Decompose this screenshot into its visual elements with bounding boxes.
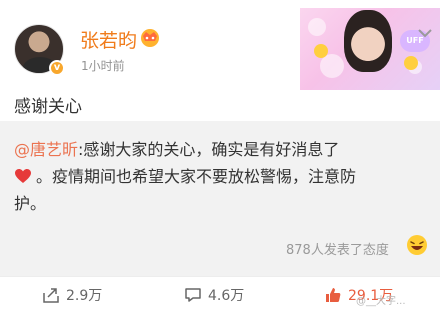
mention-link[interactable]: @唐艺昕 [14, 140, 78, 159]
heart-icon [15, 169, 31, 183]
reposted-content[interactable]: @唐艺昕:感谢大家的关心，确实是有好消息了 。疫情期间也希望大家不要放松警惕，注… [0, 121, 440, 277]
repost-line-2: 。疫情期间也希望大家不要放松警惕，注意防 [36, 167, 357, 186]
verified-badge-icon: v [49, 60, 65, 76]
laughing-emoji-icon [407, 235, 427, 255]
comment-icon [185, 288, 201, 302]
reactions-summary[interactable]: 878人发表了态度 [286, 239, 389, 258]
comment-button[interactable]: 4.6万 [184, 277, 244, 312]
emoji-icon [314, 44, 328, 58]
watermark: @__大字... [356, 296, 406, 307]
profile-banner: UFF [300, 8, 440, 90]
post-text: 感谢关心 [14, 97, 82, 117]
post-time: 1小时前 [81, 59, 125, 73]
comment-count: 4.6万 [208, 288, 245, 304]
thumbs-up-icon [326, 288, 341, 302]
chevron-down-icon[interactable] [416, 26, 434, 40]
emoji-icon [404, 56, 418, 70]
banner-portrait [344, 10, 392, 72]
crown-icon [141, 29, 159, 47]
share-count: 2.9万 [66, 288, 103, 304]
repost-text: @唐艺昕:感谢大家的关心，确实是有好消息了 。疫情期间也希望大家不要放松警惕，注… [14, 136, 432, 217]
repost-line-3: 护。 [14, 194, 47, 213]
repost-line-1: :感谢大家的关心，确实是有好消息了 [78, 140, 340, 159]
weibo-post: v 张若昀 1小时前 UFF 感谢关心 @唐艺昕:感谢大家的关心，确实是有好消息… [0, 0, 440, 312]
share-icon [43, 288, 59, 303]
username[interactable]: 张若昀 [80, 26, 137, 53]
share-button[interactable]: 2.9万 [42, 277, 102, 312]
